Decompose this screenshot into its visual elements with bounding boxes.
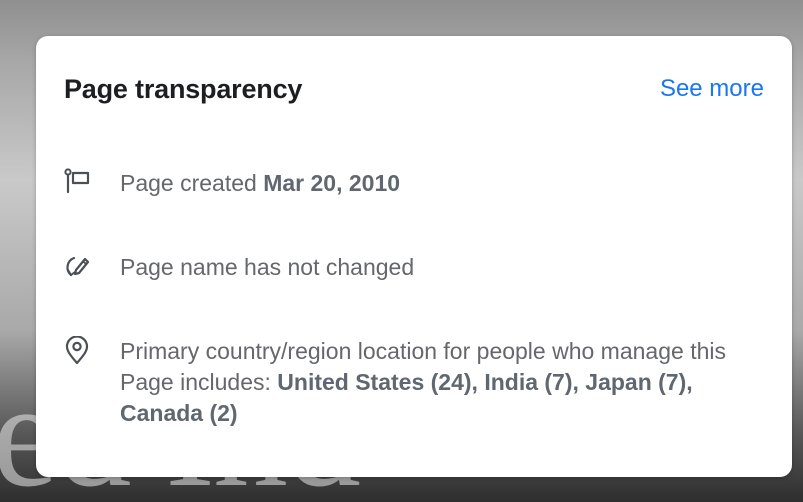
page-created-row: Page created Mar 20, 2010 xyxy=(64,168,764,199)
edit-circle-icon xyxy=(64,252,90,282)
see-more-link[interactable]: See more xyxy=(660,75,764,103)
page-name-row: Page name has not changed xyxy=(64,252,764,283)
page-name-text: Page name has not changed xyxy=(120,254,415,280)
page-created-label: Page created xyxy=(120,170,264,196)
flag-icon xyxy=(64,168,90,198)
location-pin-icon xyxy=(64,336,90,366)
location-row: Primary country/region location for peop… xyxy=(64,336,764,429)
card-title: Page transparency xyxy=(64,74,303,104)
location-text: Primary country/region location for peop… xyxy=(120,336,740,429)
page-transparency-card: Page transparency See more Page created … xyxy=(36,36,792,477)
page-created-date: Mar 20, 2010 xyxy=(263,170,401,196)
page-created-text: Page created Mar 20, 2010 xyxy=(120,168,400,199)
